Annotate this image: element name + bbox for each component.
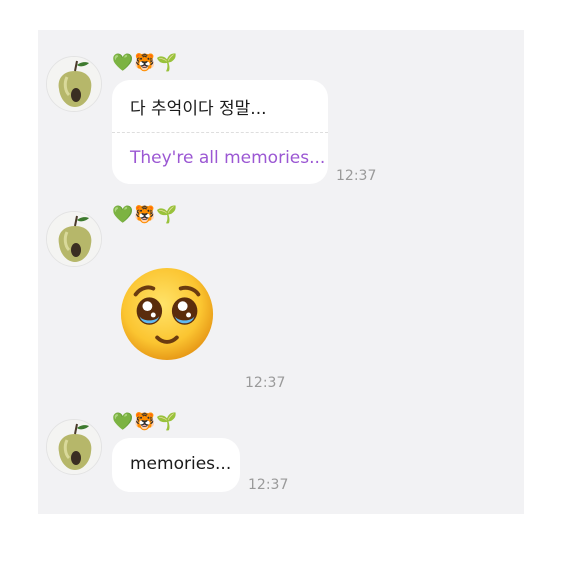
pleading-face-icon <box>120 267 214 361</box>
translation-text: They're all memories... <box>130 148 326 168</box>
sender-name-emoji: 💚🐯🌱 <box>112 412 179 432</box>
sender-name-emoji: 💚🐯🌱 <box>112 53 179 73</box>
message-timestamp: 12:37 <box>336 168 377 184</box>
avatar[interactable] <box>46 211 102 267</box>
pear-avatar-image <box>47 420 101 474</box>
message-bubble[interactable]: memories... <box>112 438 240 492</box>
message-timestamp: 12:37 <box>248 477 289 493</box>
avatar[interactable] <box>46 56 102 112</box>
message-bubble[interactable]: 다 추억이다 정말... They're all memories... <box>112 80 328 184</box>
translation-divider <box>112 132 328 133</box>
message-timestamp: 12:37 <box>245 375 286 391</box>
message-text: 다 추억이다 정말... <box>130 99 267 119</box>
sender-name-emoji: 💚🐯🌱 <box>112 205 179 225</box>
pleading-face-emoji-sticker[interactable] <box>118 265 216 363</box>
message-text: memories... <box>130 454 232 474</box>
pear-avatar-image <box>47 212 101 266</box>
pear-avatar-image <box>47 57 101 111</box>
avatar[interactable] <box>46 419 102 475</box>
